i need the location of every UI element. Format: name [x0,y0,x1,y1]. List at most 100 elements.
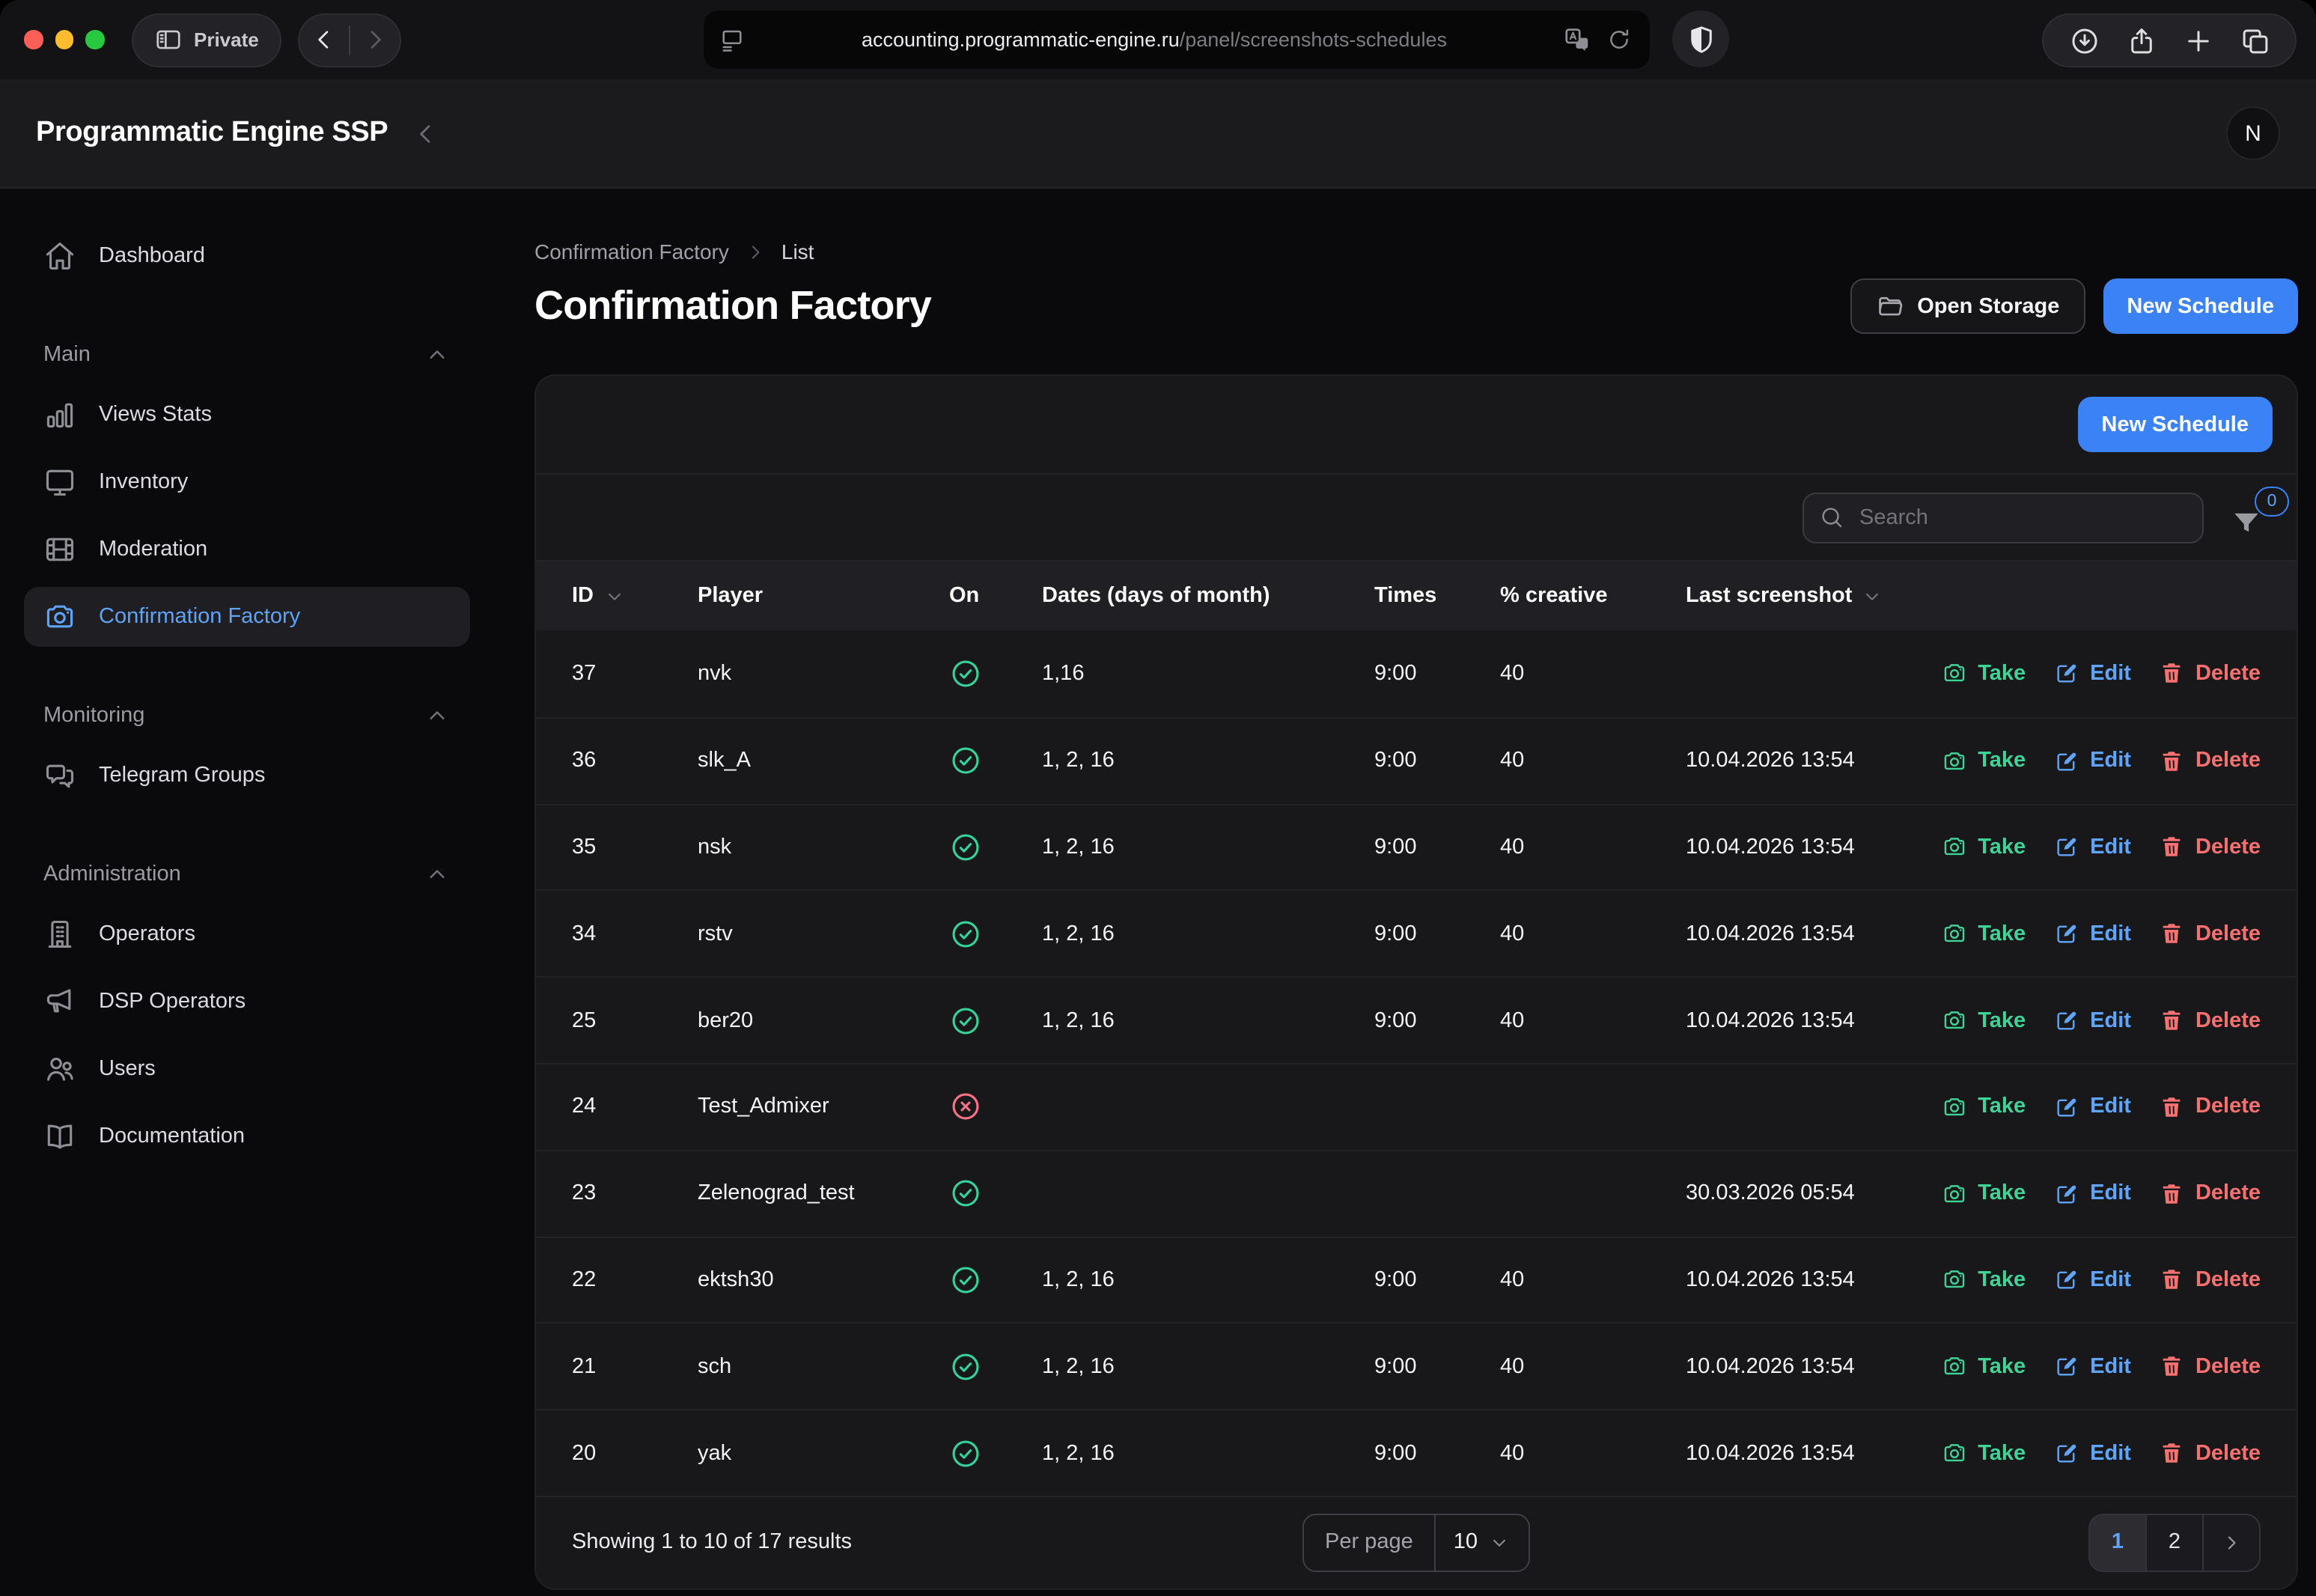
sidebar-section-main[interactable]: Main [24,325,470,385]
take-button[interactable]: Take [1942,835,2026,860]
new-tab-button[interactable] [2172,15,2223,66]
user-avatar[interactable]: N [2226,106,2280,160]
private-browsing-badge[interactable]: Private [131,13,281,67]
sidebar-item-dashboard[interactable]: Dashboard [24,226,470,286]
search-input[interactable] [1856,504,2187,531]
page-1-button[interactable]: 1 [2090,1515,2145,1571]
minimize-window-button[interactable] [55,31,73,49]
sidebar-section-administration[interactable]: Administration [24,844,470,904]
enabled-check-icon [949,831,982,864]
page-2-button[interactable]: 2 [2147,1515,2202,1571]
sidebar-item-views-stats[interactable]: Views Stats [24,385,470,445]
cell-id: 35 [572,835,698,859]
enabled-check-icon [949,744,982,777]
share-button[interactable] [2115,15,2166,66]
cell-id: 25 [572,1008,698,1032]
cell-last-screenshot: 10.04.2026 13:54 [1686,835,1979,859]
camera-icon [1942,1354,1967,1380]
sidebar-item-operators[interactable]: Operators [24,904,470,964]
row-actions: TakeEditDelete [1979,922,2261,947]
cell-on [949,831,1042,864]
sidebar-item-telegram-groups[interactable]: Telegram Groups [24,746,470,805]
cell-times: 9:00 [1374,749,1500,773]
table-body: 37nvk1,169:0040TakeEditDelete36slk_A1, 2… [536,630,2297,1496]
delete-button[interactable]: Delete [2160,1267,2261,1293]
edit-button[interactable]: Edit [2054,835,2131,860]
new-schedule-button[interactable]: New Schedule [2103,278,2298,334]
edit-button[interactable]: Edit [2054,1354,2131,1380]
edit-button[interactable]: Edit [2054,1181,2131,1206]
chat-icon [43,759,76,792]
edit-button[interactable]: Edit [2054,1440,2131,1466]
column-header-times: Times [1374,584,1500,608]
per-page-value: 10 [1454,1531,1478,1555]
address-bar[interactable]: accounting.programmatic-engine.ru/panel/… [704,10,1650,69]
sidebar-item-moderation[interactable]: Moderation [24,520,470,579]
sidebar-item-inventory[interactable]: Inventory [24,452,470,512]
column-header-last-screenshot[interactable]: Last screenshot [1686,584,1979,608]
edit-button[interactable]: Edit [2054,1008,2131,1033]
per-page-select[interactable]: Per page 10 [1302,1514,1530,1572]
sidebar-item-users[interactable]: Users [24,1039,470,1099]
enabled-check-icon [949,1004,982,1037]
delete-button[interactable]: Delete [2160,1440,2261,1466]
take-button[interactable]: Take [1942,1008,2026,1033]
tab-overview-button[interactable] [2229,15,2280,66]
delete-button[interactable]: Delete [2160,1181,2261,1206]
table-new-schedule-button[interactable]: New Schedule [2077,397,2273,452]
reload-icon[interactable] [1606,27,1632,52]
take-button[interactable]: Take [1942,1094,2026,1120]
take-button[interactable]: Take [1942,661,2026,686]
column-header-dates: Dates (days of month) [1042,584,1374,608]
edit-button[interactable]: Edit [2054,922,2131,947]
cell-player: Test_Admixer [698,1095,949,1119]
sidebar-item-dsp-operators[interactable]: DSP Operators [24,972,470,1032]
open-storage-button[interactable]: Open Storage [1850,278,2085,334]
delete-button[interactable]: Delete [2160,1008,2261,1033]
url-host: accounting.programmatic-engine.ru [862,28,1180,51]
cell-on [949,918,1042,951]
cell-dates: 1, 2, 16 [1042,1008,1374,1032]
breadcrumb-root[interactable]: Confirmation Factory [534,240,729,264]
sidebar-section-monitoring[interactable]: Monitoring [24,686,470,746]
delete-button[interactable]: Delete [2160,1094,2261,1120]
delete-button[interactable]: Delete [2160,835,2261,860]
sidebar-collapse-button[interactable] [412,119,440,147]
take-button[interactable]: Take [1942,922,2026,947]
sidebar-item-documentation[interactable]: Documentation [24,1106,470,1166]
table-row: 20yak1, 2, 169:004010.04.2026 13:54TakeE… [536,1409,2297,1496]
delete-button[interactable]: Delete [2160,748,2261,773]
downloads-button[interactable] [2059,15,2109,66]
edit-button[interactable]: Edit [2054,1267,2131,1293]
sidebar-item-confirmation-factory[interactable]: Confirmation Factory [24,587,470,647]
next-page-button[interactable] [2204,1515,2259,1571]
delete-button[interactable]: Delete [2160,922,2261,947]
take-button[interactable]: Take [1942,748,2026,773]
take-button[interactable]: Take [1942,1354,2026,1380]
take-button[interactable]: Take [1942,1440,2026,1466]
back-button[interactable] [299,14,349,65]
sidebar-item-label: Views Stats [99,403,212,427]
take-button[interactable]: Take [1942,1267,2026,1293]
zoom-window-button[interactable] [85,31,104,49]
pencil-icon [2054,1440,2079,1466]
edit-button[interactable]: Edit [2054,748,2131,773]
shield-icon [1685,23,1716,55]
filter-button[interactable]: 0 [2231,492,2270,543]
close-window-button[interactable] [24,31,43,49]
edit-button[interactable]: Edit [2054,661,2131,686]
take-button[interactable]: Take [1942,1181,2026,1206]
delete-button[interactable]: Delete [2160,1354,2261,1380]
page-settings-icon[interactable] [719,26,746,53]
column-header-id[interactable]: ID [572,584,698,608]
privacy-shield-button[interactable] [1672,10,1729,67]
table-row: 25ber201, 2, 169:004010.04.2026 13:54Tak… [536,976,2297,1063]
row-actions: TakeEditDelete [1979,748,2261,773]
forward-button[interactable] [350,14,400,65]
translate-icon[interactable] [1563,25,1591,54]
sidebar-item-label: Users [99,1057,156,1081]
edit-button[interactable]: Edit [2054,1094,2131,1120]
camera-icon [1942,1008,1967,1033]
sidebar-item-label: Documentation [99,1124,245,1148]
delete-button[interactable]: Delete [2160,661,2261,686]
